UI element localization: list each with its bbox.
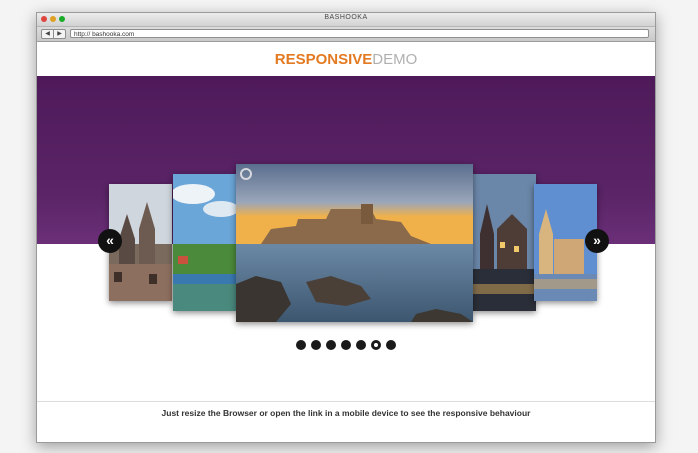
- next-slide-button[interactable]: »: [585, 229, 609, 253]
- prev-slide-button[interactable]: «: [98, 229, 122, 253]
- pagination-dot-4[interactable]: [341, 340, 351, 350]
- browser-toolbar: ◀ ▶ http:// bashooka.com: [37, 27, 655, 42]
- logo-rest-text: DEMO: [372, 51, 418, 68]
- address-bar[interactable]: http:// bashooka.com: [70, 29, 649, 38]
- autoplay-indicator-icon[interactable]: [240, 168, 252, 180]
- slide-sea-castle[interactable]: [236, 164, 473, 322]
- pagination-dot-3[interactable]: [326, 340, 336, 350]
- pagination-dot-7[interactable]: [386, 340, 396, 350]
- title-bar: BASHOOKA: [37, 13, 655, 27]
- forward-button[interactable]: ▶: [53, 30, 65, 38]
- nav-buttons: ◀ ▶: [41, 29, 66, 39]
- logo-accent-text: RESPONSIVE: [274, 51, 373, 68]
- pagination-dots: [37, 340, 655, 350]
- footer-note: Just resize the Browser or open the link…: [37, 401, 655, 418]
- back-button[interactable]: ◀: [42, 30, 53, 38]
- pagination-dot-2[interactable]: [311, 340, 321, 350]
- image-carousel: « »: [37, 76, 655, 376]
- pagination-dot-6[interactable]: [371, 340, 381, 350]
- window-title: BASHOOKA: [324, 14, 368, 21]
- page-header: RESPONSIVEDEMO: [37, 42, 655, 77]
- slide-lake-village[interactable]: [173, 174, 237, 311]
- slide-lakeside-chateau[interactable]: [472, 174, 536, 311]
- site-logo[interactable]: RESPONSIVEDEMO: [275, 51, 418, 68]
- pagination-dot-5[interactable]: [356, 340, 366, 350]
- browser-window: BASHOOKA ◀ ▶ http:// bashooka.com RESPON…: [36, 12, 656, 443]
- pagination-dot-1[interactable]: [296, 340, 306, 350]
